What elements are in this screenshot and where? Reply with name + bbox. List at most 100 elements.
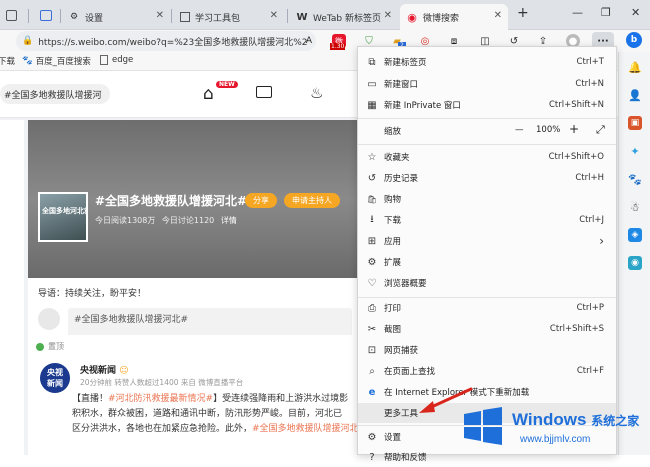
- qq-icon[interactable]: ☃: [628, 200, 642, 214]
- watermark: Windows 系统之家 www.bjjmlv.com: [458, 400, 639, 455]
- menu-item-new-window[interactable]: ▭ 新建窗口 Ctrl+N: [358, 74, 616, 94]
- topic-thumbnail[interactable]: 全国多地河北救援: [38, 192, 88, 242]
- menu-item-browser-essentials[interactable]: ♡ 浏览器概要: [358, 273, 616, 293]
- window-icon: ▭: [367, 78, 377, 90]
- bing-copilot-icon[interactable]: b: [626, 32, 642, 48]
- thumbnail-caption: 全国多地河北救援: [42, 207, 86, 215]
- paw-icon[interactable]: 🐾: [628, 172, 642, 186]
- toolbox-icon[interactable]: ▣: [628, 116, 642, 130]
- shopping-bag-icon: 🛍: [366, 194, 378, 204]
- author-name[interactable]: 央视新闻 ☺: [80, 363, 129, 376]
- menu-separator: [358, 118, 616, 119]
- address-bar[interactable]: 🔒 https://s.weibo.com/weibo?q=%23全国多地救援队…: [16, 31, 316, 51]
- favorite-item[interactable]: 🐾 百度_百度搜索: [22, 55, 91, 67]
- inprivate-icon: ▦: [367, 99, 377, 111]
- apply-host-button[interactable]: 申请主持人: [284, 193, 340, 208]
- workspaces-icon[interactable]: [40, 10, 52, 21]
- close-icon[interactable]: ✕: [494, 10, 502, 21]
- bird-icon[interactable]: ✦: [628, 144, 642, 158]
- video-icon[interactable]: [256, 86, 272, 98]
- tab-label: 设置: [85, 13, 104, 24]
- edge-sidebar: 🔔 👤 ▣ ✦ 🐾 ☃ ◈ ◉: [618, 52, 650, 455]
- menu-item-shopping[interactable]: 🛍 购物: [358, 189, 616, 209]
- watermark-url: www.bjjmlv.com: [520, 434, 591, 445]
- author-avatar[interactable]: 央视 新闻: [40, 363, 70, 393]
- fullscreen-icon[interactable]: ⤢: [596, 123, 605, 137]
- pin-icon: [36, 343, 44, 351]
- help-icon: ?: [369, 451, 375, 463]
- heart-pulse-icon: ♡: [367, 277, 377, 289]
- menu-item-favorites[interactable]: ☆ 收藏夹 Ctrl+Shift+O: [358, 147, 616, 167]
- emoji-icon: ☺: [119, 366, 129, 376]
- hashtag-link[interactable]: #全国多地救援队增援河北: [252, 424, 358, 434]
- printer-icon: ⎙: [368, 302, 376, 314]
- minimize-button[interactable]: —: [572, 6, 583, 19]
- scissors-icon: ✂: [367, 323, 377, 335]
- menu-item-zoom: 缩放 — 100% + ⤢: [384, 122, 605, 137]
- zoom-out-button[interactable]: —: [515, 125, 524, 135]
- history-icon: ↺: [367, 172, 377, 184]
- post-card: 置顶 央视 新闻 央视新闻 ☺ 20分钟前 转赞人数超过1400 来自 微博直播…: [28, 335, 358, 455]
- zoom-in-button[interactable]: +: [569, 122, 579, 136]
- hashtag-link[interactable]: #河北防汛救援最新情况#: [108, 394, 213, 404]
- tab-settings[interactable]: ⚙ 设置 ✕: [62, 4, 170, 30]
- favorite-item[interactable]: edge: [100, 55, 133, 65]
- menu-item-web-capture[interactable]: ⊡ 网页捕获: [358, 340, 616, 360]
- topic-title: #全国多地救援队增援河北#: [95, 194, 248, 208]
- menu-item-new-inprivate[interactable]: ▦ 新建 InPrivate 窗口 Ctrl+Shift+N: [358, 95, 616, 115]
- tab-study-tools[interactable]: 学习工具包 ✕: [174, 4, 284, 30]
- menu-item-ie-mode[interactable]: e 在 Internet Explorer 模式下重新加载: [358, 382, 616, 402]
- wetab-logo-icon: W: [296, 11, 308, 23]
- user-avatar: [38, 308, 60, 330]
- bell-icon[interactable]: 🔔: [628, 60, 642, 74]
- game-icon[interactable]: ◉: [628, 256, 642, 270]
- page-icon: [100, 55, 108, 65]
- tab-wetab[interactable]: W WeTab 新标签页 ✕: [290, 4, 398, 30]
- menu-item-find-on-page[interactable]: ⌕ 在页面上查找 Ctrl+F: [358, 361, 616, 381]
- weibo-logo-icon: ◉: [407, 10, 417, 24]
- share-button[interactable]: 分享: [245, 193, 277, 208]
- hot-flame-icon[interactable]: ♨: [310, 84, 323, 102]
- tab-bar: ⚙ 设置 ✕ 学习工具包 ✕ W WeTab 新标签页 ✕ ◉ 微博搜索 ✕ +…: [0, 0, 650, 30]
- site-search-input[interactable]: #全国多地救援队增援河: [0, 84, 110, 104]
- office-icon[interactable]: ◈: [628, 228, 642, 242]
- close-icon[interactable]: ✕: [384, 10, 392, 21]
- zoom-level: 100%: [536, 125, 561, 135]
- menu-separator: [358, 144, 616, 145]
- detail-link[interactable]: 详情: [221, 216, 237, 225]
- menu-item-print[interactable]: ⎙ 打印 Ctrl+P: [358, 298, 616, 318]
- menu-item-screenshot[interactable]: ✂ 截图 Ctrl+Shift+S: [358, 319, 616, 339]
- menu-item-new-tab[interactable]: ⧉ 新建标签页 Ctrl+T: [358, 52, 616, 72]
- read-aloud-icon[interactable]: A: [302, 34, 316, 48]
- gear-icon: ⚙: [69, 12, 79, 22]
- person-icon[interactable]: 👤: [628, 88, 642, 102]
- url-text: https://s.weibo.com/weibo?q=%23全国多地救援队增援…: [38, 37, 308, 48]
- find-icon: ⌕: [369, 365, 375, 377]
- topic-stats: 今日阅读1308万 今日讨论1120 详情: [95, 216, 237, 225]
- tab-label: 学习工具包: [195, 13, 241, 24]
- baidu-paw-icon: 🐾: [22, 56, 33, 66]
- menu-item-apps[interactable]: ⊞ 应用 ›: [358, 231, 616, 251]
- chevron-right-icon: ›: [599, 234, 604, 248]
- page-icon: [180, 12, 190, 22]
- home-icon[interactable]: ⌂: [203, 84, 214, 104]
- menu-item-history[interactable]: ↺ 历史记录 Ctrl+H: [358, 168, 616, 188]
- menu-item-extensions[interactable]: ⚙ 扩展: [358, 252, 616, 272]
- close-icon[interactable]: ✕: [156, 10, 164, 21]
- sidebar-toggle-icon[interactable]: [6, 10, 17, 21]
- tab-separator: [60, 9, 61, 23]
- new-badge: NEW: [216, 81, 238, 88]
- watermark-brand: Windows 系统之家: [512, 410, 640, 429]
- close-icon[interactable]: ✕: [270, 10, 278, 21]
- tab-separator: [28, 9, 29, 23]
- post-line: 区分洪洪水，各地也在加紧应急抢险。此外，#全国多地救援队增援河北: [72, 424, 358, 434]
- tab-weibo-search[interactable]: ◉ 微博搜索 ✕: [400, 4, 508, 30]
- restore-button[interactable]: ❐: [601, 6, 611, 19]
- post-meta: 20分钟前 转赞人数超过1400 来自 微博直播平台: [80, 378, 244, 387]
- favorite-item[interactable]: 下载: [0, 55, 15, 67]
- new-tab-button[interactable]: +: [517, 5, 529, 21]
- close-window-button[interactable]: ✕: [631, 6, 640, 19]
- menu-item-downloads[interactable]: ⭳ 下载 Ctrl+J: [358, 210, 616, 230]
- post-line: 【直播！#河北防汛救援最新情况#】受连续强降雨和上游洪水过境影: [72, 394, 349, 404]
- tab-label: WeTab 新标签页: [313, 13, 382, 24]
